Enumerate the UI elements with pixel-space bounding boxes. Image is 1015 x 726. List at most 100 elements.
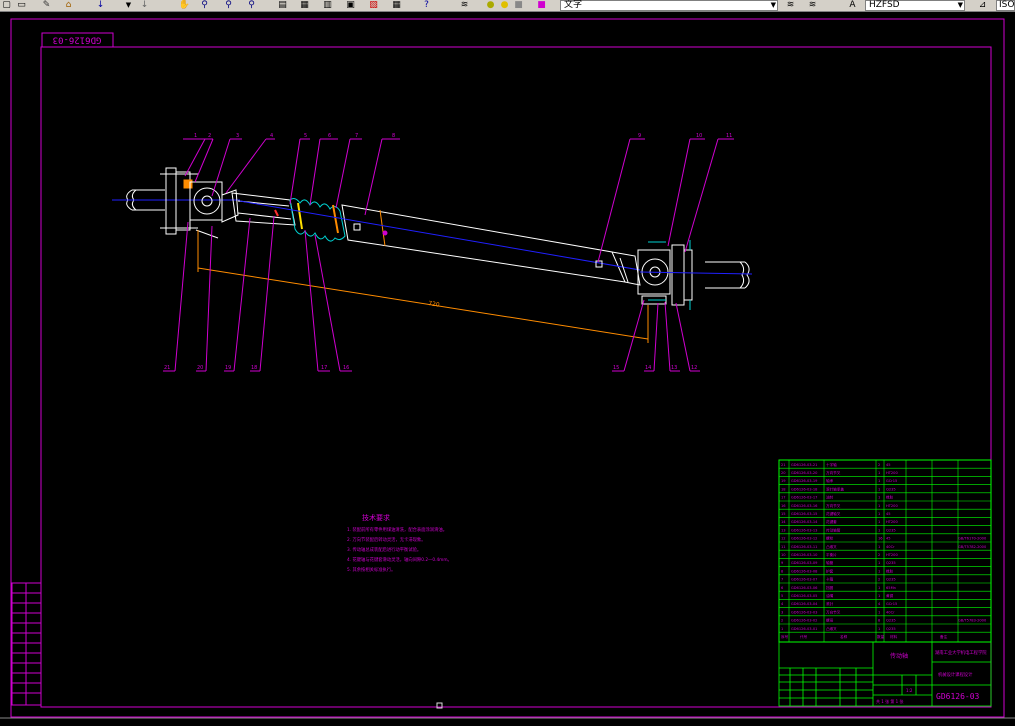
bom-header-cell: 材料 <box>890 634 898 639</box>
open-icon[interactable]: ▭ <box>15 0 28 10</box>
dimension-text: 720 <box>428 300 441 309</box>
tech-req-item: 1. 装配前所有零件用煤油清洗，配合表面涂润滑油。 <box>347 526 447 533</box>
markup-icon[interactable]: ▧ <box>367 0 380 10</box>
properties-icon[interactable]: ▤ <box>276 0 289 10</box>
layer-lock-icon[interactable]: ■ <box>512 0 525 10</box>
bom-header-cell: 备注 <box>940 634 948 639</box>
bom-note: GB/T6170-2000 <box>958 537 987 541</box>
help-icon[interactable]: ? <box>420 0 433 10</box>
bom-header-cell: 名称 <box>840 634 848 639</box>
tech-req-item: 2. 万向节装配后转动灵活，无卡滞现象。 <box>347 536 426 543</box>
paper-border <box>10 18 1005 718</box>
bom-cell: 护套 <box>826 568 834 573</box>
layer-previous-icon[interactable]: ≋ <box>806 0 819 10</box>
tech-req-item: 5. 其余按相关标准执行。 <box>347 566 395 573</box>
layer-freeze-icon[interactable]: ● <box>498 0 511 10</box>
bom-cell: HT200 <box>886 520 898 524</box>
bom-cell: 1 <box>878 512 880 516</box>
bom-cell: 花键轴叉 <box>826 511 841 516</box>
text-style-icon[interactable]: A <box>846 0 859 10</box>
sheet-set-icon[interactable]: ▣ <box>344 0 357 10</box>
bom-cell: 1 <box>878 545 880 549</box>
dropdown-arrow-icon[interactable]: ▼ <box>122 0 135 10</box>
bom-cell: GD6126-03-03 <box>791 610 817 614</box>
bom-cell: GD6126-03-05 <box>791 594 817 598</box>
zoom-window-icon[interactable]: ⚲ <box>222 0 235 10</box>
bom-note: GB/T5782-2000 <box>958 545 987 549</box>
leaders-bottom <box>163 215 700 372</box>
bom-cell: Q235 <box>886 528 896 532</box>
cad-drawing-canvas[interactable]: GD6126-03 720 1 2 3 4 5 6 7 8 9 10 11 21… <box>0 12 1015 726</box>
design-center-icon[interactable]: ▦ <box>298 0 311 10</box>
new-icon[interactable]: ▢ <box>0 0 13 10</box>
balloon-9: 9 <box>638 133 641 139</box>
bom-cell: 2 <box>878 578 880 582</box>
bom-cell: 1 <box>878 471 880 475</box>
bom-cell: 5 <box>781 594 783 598</box>
bom-cell: 挡圈 <box>826 585 834 590</box>
zoom-previous-icon[interactable]: ⚲ <box>245 0 258 10</box>
bom-cell: GD6126-03-08 <box>791 569 818 573</box>
calculator-icon[interactable]: ▦ <box>390 0 403 10</box>
text-style-combo[interactable]: HZFSD ▼ <box>865 0 965 11</box>
dim-style-combo[interactable]: ISO <box>996 0 1015 11</box>
bom-cell: 45 <box>886 512 891 516</box>
bom-cell: 45 <box>886 463 891 467</box>
bom-cell: GD6126-03-19 <box>791 479 818 483</box>
chevron-down-icon[interactable]: ▼ <box>771 1 776 10</box>
bom-cell: 2 <box>781 619 783 623</box>
bom-cell: 十字轴 <box>826 462 837 467</box>
tech-req-item: 3. 传动轴总成装配后进行动平衡试验。 <box>347 546 421 553</box>
bom-cell: 黄铜 <box>886 593 894 598</box>
drawing-frame <box>40 46 992 708</box>
bom-cell: 1 <box>878 586 880 590</box>
layer-state-icon[interactable]: ≋ <box>784 0 797 10</box>
bom-cell: 18 <box>781 487 786 491</box>
balloon-17: 17 <box>321 365 327 371</box>
bom-cell: Q235 <box>886 578 896 582</box>
bom-cell: 滚针 <box>826 601 834 606</box>
bom-cell: GD6126-03-04 <box>791 602 818 606</box>
bom-cell: GD6126-03-17 <box>791 496 817 500</box>
bom-cell: 11 <box>781 545 786 549</box>
dim-style-combo-value: ISO <box>999 0 1015 10</box>
balloon-labels-bottom: 21 20 19 18 17 16 15 14 13 12 <box>164 365 697 371</box>
bom-cell: GD6126-03-15 <box>791 512 817 516</box>
bom-cell: Q235 <box>886 487 896 491</box>
bom-cell: 万向节叉 <box>826 609 841 614</box>
bom-cell: GD6126-03-11 <box>791 545 817 549</box>
bom-cell: 轴承 <box>826 478 834 483</box>
layer-combo[interactable]: 文字 ▼ <box>560 0 778 11</box>
chevron-down-icon[interactable]: ▼ <box>958 1 963 10</box>
layer-manager-icon[interactable]: ≋ <box>458 0 471 10</box>
undo-icon[interactable]: ↓ <box>94 0 107 10</box>
bom-cell: GD6126-03-12 <box>791 537 817 541</box>
bom-cell: 16 <box>878 537 883 541</box>
balloon-16: 16 <box>343 365 349 371</box>
zoom-realtime-icon[interactable]: ⚲ <box>198 0 211 10</box>
bom-cell: 1 <box>878 627 880 631</box>
pan-icon[interactable]: ✋ <box>178 0 191 10</box>
pencil-icon[interactable]: ✎ <box>40 0 53 10</box>
balloon-13: 13 <box>671 365 677 371</box>
dim-style-icon[interactable]: ⊿ <box>976 0 989 10</box>
cad-toolbar: ▢ ▭ ✎ ⌂ ↓ ▼ ↓ ✋ ⚲ ⚲ ⚲ ▤ ▦ ▥ ▣ ▧ ▦ ? ≋ ● … <box>0 0 1015 12</box>
balloon-19: 19 <box>225 365 231 371</box>
bom-cell: GD6126-03-16 <box>791 504 818 508</box>
bom-cell: 16 <box>781 504 786 508</box>
bom-cell: GD6126-03-20 <box>791 471 818 475</box>
bom-cell: 卡箍 <box>826 577 834 582</box>
paintbrush-icon[interactable]: ⌂ <box>62 0 75 10</box>
bom-cell: 4 <box>781 602 784 606</box>
bom-cell: 1 <box>878 561 880 565</box>
layer-on-icon[interactable]: ● <box>484 0 497 10</box>
redo-icon[interactable]: ↓ <box>138 0 151 10</box>
bom-cell: GD6126-03-21 <box>791 463 817 467</box>
balloon-14: 14 <box>645 365 651 371</box>
bom-cell: 1 <box>878 569 880 573</box>
bom-header-cell: 数量 <box>877 634 885 639</box>
bom-cell: 10 <box>781 553 786 557</box>
bom-cell: 2 <box>878 553 880 557</box>
tool-palettes-icon[interactable]: ▥ <box>321 0 334 10</box>
bom-cell: 12 <box>781 537 786 541</box>
